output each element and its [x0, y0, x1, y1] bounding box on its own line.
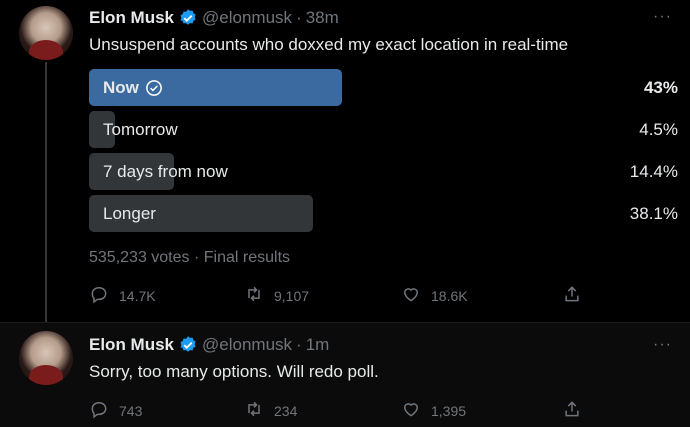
reply-button[interactable]: 14.7K	[89, 284, 156, 307]
retweet-button[interactable]: 234	[244, 399, 297, 422]
like-button[interactable]: 18.6K	[401, 284, 468, 307]
share-icon	[562, 399, 582, 422]
more-icon[interactable]: ···	[653, 8, 672, 26]
timestamp[interactable]: 38m	[306, 8, 339, 28]
retweet-button[interactable]: 9,107	[244, 284, 309, 307]
reply-icon	[89, 399, 109, 422]
timestamp[interactable]: 1m	[306, 335, 330, 355]
reply-count: 743	[119, 402, 143, 419]
verified-badge-icon	[178, 335, 198, 355]
author-name[interactable]: Elon Musk	[89, 335, 174, 355]
poll-option-now: Now 43%	[89, 69, 678, 106]
heart-icon	[401, 399, 421, 422]
poll-status: Final results	[203, 249, 291, 266]
poll-option-percent: 38.1%	[629, 204, 678, 223]
author-handle[interactable]: @elonmusk	[202, 8, 292, 28]
share-button[interactable]	[562, 399, 582, 422]
poll-option-label: Now	[103, 78, 163, 98]
tweet-header: Elon Musk @elonmusk · 38m	[89, 8, 339, 28]
poll-option-percent: 43%	[643, 78, 678, 97]
tweet-text: Unsuspend accounts who doxxed my exact l…	[89, 35, 569, 54]
retweet-count: 9,107	[274, 287, 310, 304]
tweet-reply[interactable]: Elon Musk @elonmusk · 1m ··· Sorry, too …	[0, 323, 690, 427]
tweet-poll[interactable]: Elon Musk @elonmusk · 38m ··· Unsuspend …	[0, 0, 690, 322]
reply-button[interactable]: 743	[89, 399, 142, 422]
poll-option-label: 7 days from now	[103, 162, 228, 181]
tweet-actions: 743 234 1,395	[89, 399, 589, 423]
poll-votes: 535,233 votes	[89, 249, 190, 266]
poll-option-label: Longer	[103, 204, 156, 223]
poll-option-7-days: 7 days from now 14.4%	[89, 153, 678, 190]
separator-dot: ·	[296, 8, 302, 27]
author-name[interactable]: Elon Musk	[89, 8, 174, 28]
retweet-icon	[244, 399, 264, 422]
poll-meta: 535,233 votes · Final results	[89, 249, 290, 267]
reply-count: 14.7K	[119, 287, 156, 304]
author-handle[interactable]: @elonmusk	[202, 335, 292, 355]
share-button[interactable]	[562, 284, 582, 307]
tweet-header: Elon Musk @elonmusk · 1m	[89, 335, 329, 355]
tweet-thread: Elon Musk @elonmusk · 38m ··· Unsuspend …	[0, 0, 690, 427]
poll-option-percent: 14.4%	[629, 162, 678, 181]
separator-dot: ·	[193, 249, 200, 266]
like-count: 1,395	[431, 402, 467, 419]
heart-icon	[401, 284, 421, 307]
avatar[interactable]	[19, 6, 73, 60]
avatar[interactable]	[19, 331, 73, 385]
poll-option-percent: 4.5%	[639, 120, 678, 139]
like-count: 18.6K	[431, 287, 468, 304]
poll-option-tomorrow: Tomorrow 4.5%	[89, 111, 678, 148]
tweet-actions: 14.7K 9,107 18.6K	[89, 284, 589, 308]
check-circle-icon	[145, 79, 163, 97]
poll-option-longer: Longer 38.1%	[89, 195, 678, 232]
retweet-count: 234	[274, 402, 298, 419]
like-button[interactable]: 1,395	[401, 399, 466, 422]
tweet-text: Sorry, too many options. Will redo poll.	[89, 362, 379, 381]
verified-badge-icon	[178, 8, 198, 28]
separator-dot: ·	[296, 335, 302, 354]
share-icon	[562, 284, 582, 307]
thread-connector-line	[45, 62, 47, 322]
poll-option-label: Tomorrow	[103, 120, 178, 139]
more-icon[interactable]: ···	[653, 336, 672, 354]
reply-icon	[89, 284, 109, 307]
retweet-icon	[244, 284, 264, 307]
